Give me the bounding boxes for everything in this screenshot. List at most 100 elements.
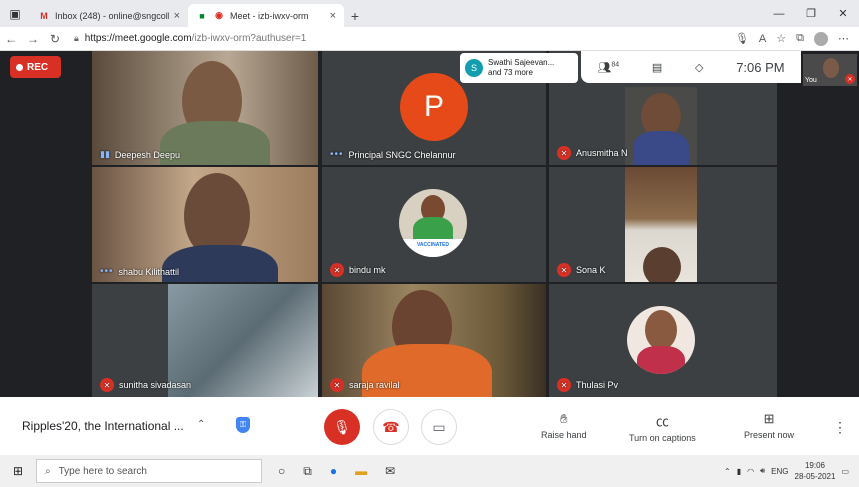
mic-off-icon: ✕	[557, 378, 571, 392]
forward-icon[interactable]: →	[22, 32, 44, 46]
tab-meet[interactable]: ■ ◉ Meet - izb-iwxv-orm ×	[188, 4, 344, 27]
chat-icon[interactable]: ▤	[652, 61, 662, 74]
participant-label: ✕ Thulasi Pv	[557, 378, 618, 392]
host-controls-icon[interactable]: ⚿	[236, 417, 250, 433]
join-notification[interactable]: S Swathi Sajeevan... and 73 more	[460, 53, 578, 83]
language-indicator[interactable]: ENG	[771, 467, 788, 476]
more-options-icon: •••	[330, 149, 344, 160]
back-icon[interactable]: ←	[0, 32, 22, 46]
participant-label: ••• shabu Kilithattil	[100, 266, 179, 277]
mic-off-icon: 🎙︎	[333, 418, 351, 435]
present-button[interactable]: ⊞ Present now	[744, 411, 794, 440]
participant-video	[633, 131, 689, 165]
address-bar: ← → ↻ 🔒︎ https://meet.google.com/izb-iwx…	[0, 27, 859, 51]
self-view[interactable]: You ✕	[803, 54, 857, 86]
taskbar-clock[interactable]: 19:06 28-05-2021	[795, 460, 836, 482]
reload-icon[interactable]: ↻	[44, 32, 66, 46]
volume-icon[interactable]: 🔊︎	[760, 466, 765, 476]
meet-grid: REC ▮▮ Deepesh Deepu P ••• Principal SNGC …	[0, 51, 859, 397]
close-tab-icon[interactable]: ×	[330, 10, 336, 22]
chevron-up-icon[interactable]: ⌃	[197, 419, 205, 430]
self-label: You	[805, 77, 817, 84]
mic-toggle-button[interactable]: 🎙︎	[324, 409, 360, 445]
participant-tile[interactable]: ▮▮ Deepesh Deepu	[92, 51, 318, 165]
window-menu-icon[interactable]: ▣	[0, 0, 30, 27]
window-controls: — ❐ ✕	[763, 0, 859, 27]
participant-tile[interactable]: ••• shabu Kilithattil	[92, 167, 318, 282]
participant-avatar: VACCINATED	[399, 189, 467, 257]
minimize-icon[interactable]: —	[763, 0, 795, 27]
phone-hangup-icon: ☎	[382, 418, 400, 435]
mic-off-icon: ✕	[557, 263, 571, 277]
read-aloud-icon[interactable]: A	[759, 33, 766, 45]
mail-icon[interactable]: ✉	[385, 464, 395, 478]
participant-label: ✕ saraja ravilal	[330, 378, 400, 392]
participant-name: bindu mk	[349, 265, 386, 275]
participant-avatar	[627, 306, 695, 374]
participant-label: ✕ bindu mk	[330, 263, 386, 277]
participant-name: sunitha sivadasan	[119, 380, 192, 390]
collections-icon[interactable]: ⧉	[796, 32, 804, 45]
people-button[interactable]: 👥︎84	[597, 61, 619, 74]
participant-tile[interactable]: ✕ saraja ravilal	[322, 284, 546, 397]
meeting-title[interactable]: Ripples'20, the International ...	[22, 419, 184, 433]
participant-tile[interactable]: VACCINATED ✕ bindu mk	[322, 167, 546, 282]
participant-label: ▮▮ Deepesh Deepu	[100, 149, 180, 160]
url-path: /izb-iwxv-orm?authuser=1	[191, 33, 307, 44]
cortana-icon[interactable]: ○	[278, 464, 285, 478]
show-hidden-icons-icon[interactable]: ⌃	[724, 467, 731, 476]
network-icon[interactable]: ◠	[747, 467, 754, 476]
present-icon: ⊞	[763, 411, 775, 426]
participant-tile[interactable]: ✕ sunitha sivadasan	[92, 284, 318, 397]
participant-name: Principal SNGC Chelannur	[348, 149, 456, 160]
tab-title: Meet - izb-iwxv-orm	[230, 10, 309, 21]
participant-avatar: P	[400, 73, 468, 141]
taskbar-search[interactable]: ⌕ Type here to search	[36, 459, 262, 483]
tab-inbox[interactable]: M Inbox (248) - online@sngcolleg ×	[30, 4, 188, 27]
rec-label: REC	[27, 61, 49, 73]
system-tray: ⌃ ▮ ◠ 🔊︎ ENG 19:06 28-05-2021 ▭	[724, 460, 859, 482]
menu-dots-icon[interactable]: ⋯	[838, 32, 849, 45]
close-tab-icon[interactable]: ×	[174, 10, 180, 22]
new-tab-button[interactable]: +	[344, 4, 366, 27]
participant-name: Thulasi Pv	[576, 380, 619, 390]
rec-badge[interactable]: REC	[10, 56, 61, 78]
battery-icon[interactable]: ▮	[737, 467, 741, 476]
participant-name: Sona K	[576, 265, 606, 275]
vaccinated-badge: VACCINATED	[399, 239, 467, 257]
restore-icon[interactable]: ❐	[795, 0, 827, 27]
captions-button[interactable]: ㏄ Turn on captions	[629, 411, 696, 443]
notifications-icon[interactable]: ▭	[841, 467, 849, 476]
more-options-icon[interactable]: ⋮	[833, 419, 847, 436]
url-field[interactable]: 🔒︎ https://meet.google.com/izb-iwxv-orm?…	[74, 33, 735, 44]
windows-taskbar: ⊞ ⌕ Type here to search ○ ⧉ ● ▬ ✉ ⌃ ▮ ◠ 🔊…	[0, 455, 859, 487]
participant-label: ✕ Sona K	[557, 263, 606, 277]
windows-start-icon[interactable]: ⊞	[0, 464, 36, 478]
favorites-icon[interactable]: ☆	[776, 32, 786, 45]
raise-hand-button[interactable]: ✋︎ Raise hand	[541, 411, 587, 440]
more-options-icon: •••	[100, 266, 114, 277]
camera-toggle-button[interactable]: ▭	[421, 409, 457, 445]
meet-control-bar: Ripples'20, the International ... ⌃ ⚿ 🎙︎…	[0, 397, 859, 455]
leave-call-button[interactable]: ☎	[373, 409, 409, 445]
participant-name: saraja ravilal	[349, 380, 400, 390]
activities-icon[interactable]: ◇	[695, 61, 703, 74]
notification-line2: and 73 more	[488, 68, 533, 77]
screen: ▣ M Inbox (248) - online@sngcolleg × ■ ◉…	[0, 0, 859, 487]
speaking-icon: ▮▮	[100, 149, 110, 159]
close-window-icon[interactable]: ✕	[827, 0, 859, 27]
participant-label: ••• Principal SNGC Chelannur	[330, 149, 456, 160]
participant-label: ✕ sunitha sivadasan	[100, 378, 191, 392]
profile-avatar[interactable]	[814, 31, 828, 46]
meeting-time: 7:06 PM	[736, 59, 785, 75]
participant-tile[interactable]: ✕ Thulasi Pv	[549, 284, 777, 397]
file-explorer-icon[interactable]: ▬	[355, 464, 367, 478]
mic-off-icon: ✕	[330, 263, 344, 277]
task-view-icon[interactable]: ⧉	[303, 464, 312, 479]
mic-permission-icon[interactable]: 🎙︎	[735, 32, 749, 45]
participant-video	[625, 87, 697, 165]
edge-icon[interactable]: ●	[330, 464, 337, 478]
participant-tile[interactable]: ✕ Sona K	[549, 167, 777, 282]
participant-avatar	[645, 310, 677, 350]
meet-top-bar: 👥︎84 ▤ ◇ 7:06 PM	[581, 51, 801, 83]
